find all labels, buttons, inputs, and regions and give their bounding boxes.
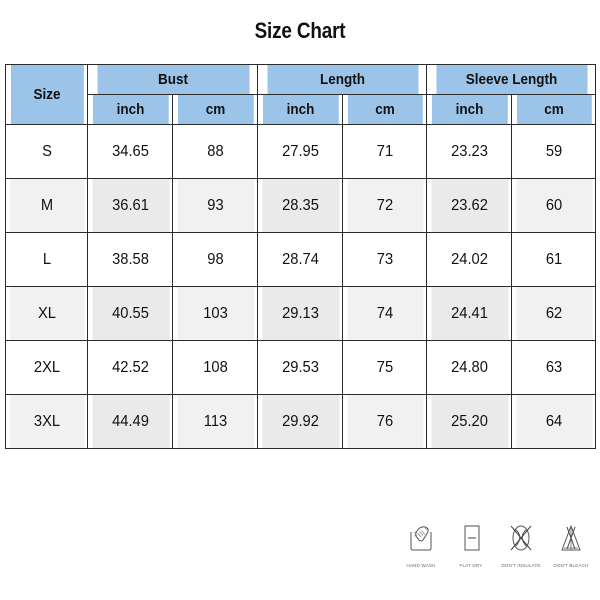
header-group-sleeve-length: Sleeve Length (434, 64, 588, 95)
table-header: Size Bust Length Sleeve Length inch cm i… (6, 64, 596, 125)
table-row: L 38.58 98 28.74 73 24.02 61 (6, 232, 596, 287)
hand-wash-icon (400, 518, 442, 558)
cell-bust-cm: 113 (175, 394, 255, 449)
care-item-hand-wash: HAND WASH (398, 518, 444, 568)
cell-sleeve-cm: 62 (514, 286, 593, 341)
care-label-dont-bleach: DON'T BLEACH (553, 563, 589, 568)
header-unit-length-inch: inch (261, 94, 339, 125)
cell-size: L (8, 232, 85, 287)
header-unit-sleeve-inch: inch (430, 94, 508, 125)
cell-bust-inch: 42.52 (90, 340, 170, 395)
cell-sleeve-cm: 61 (514, 232, 593, 287)
cell-length-inch: 28.35 (260, 178, 340, 233)
cell-length-inch: 29.13 (260, 286, 340, 341)
table-row: 2XL 42.52 108 29.53 75 24.80 63 (6, 340, 596, 395)
care-item-dont-insulate: DON'T INSULATE (498, 518, 544, 568)
care-item-flat-dry: FLAT DRY (448, 518, 494, 568)
care-label-hand-wash: HAND WASH (406, 563, 436, 568)
cell-size: M (8, 178, 85, 233)
cell-size: 3XL (8, 394, 85, 449)
cell-bust-inch: 36.61 (90, 178, 170, 233)
cell-sleeve-cm: 60 (514, 178, 593, 233)
cell-length-cm: 72 (345, 178, 424, 233)
cell-bust-inch: 38.58 (90, 232, 170, 287)
header-row-groups: Size Bust Length Sleeve Length (6, 64, 596, 125)
table-body: S 34.65 88 27.95 71 23.23 59 M 36.61 93 … (6, 124, 596, 449)
flat-dry-icon (450, 518, 492, 558)
cell-length-cm: 76 (345, 394, 424, 449)
page-title: Size Chart (254, 18, 346, 43)
size-chart-page: Size Chart Size Bust Length Sleeve Lengt… (0, 0, 600, 600)
cell-size: 2XL (8, 340, 85, 395)
cell-bust-cm: 93 (175, 178, 255, 233)
cell-bust-inch: 44.49 (90, 394, 170, 449)
cell-length-cm: 73 (345, 232, 424, 287)
header-row-units: inch cm inch cm inch cm (6, 94, 596, 125)
table-row: XL 40.55 103 29.13 74 24.41 62 (6, 286, 596, 341)
cell-sleeve-inch: 24.41 (429, 286, 509, 341)
cell-bust-cm: 103 (175, 286, 255, 341)
care-label-dont-insulate: DON'T INSULATE (501, 563, 541, 568)
cell-length-cm: 71 (345, 124, 424, 179)
table-row: 3XL 44.49 113 29.92 76 25.20 64 (6, 394, 596, 449)
care-instructions: HAND WASH FLAT DRY DON'T INSULATE DON'T … (398, 518, 594, 590)
dont-bleach-icon (550, 518, 592, 558)
header-group-length: Length (265, 64, 419, 95)
cell-length-cm: 74 (345, 286, 424, 341)
care-item-dont-bleach: DON'T BLEACH (548, 518, 594, 568)
cell-bust-cm: 98 (175, 232, 255, 287)
cell-length-inch: 29.53 (260, 340, 340, 395)
header-unit-bust-cm: cm (176, 94, 254, 125)
header-unit-bust-inch: inch (91, 94, 169, 125)
table-row: M 36.61 93 28.35 72 23.62 60 (6, 178, 596, 233)
cell-length-cm: 75 (345, 340, 424, 395)
cell-sleeve-cm: 64 (514, 394, 593, 449)
cell-bust-cm: 88 (175, 124, 255, 179)
cell-size: XL (8, 286, 85, 341)
cell-bust-inch: 40.55 (90, 286, 170, 341)
cell-bust-inch: 34.65 (90, 124, 170, 179)
cell-length-inch: 29.92 (260, 394, 340, 449)
cell-sleeve-cm: 63 (514, 340, 593, 395)
cell-length-inch: 27.95 (260, 124, 340, 179)
cell-sleeve-inch: 23.23 (429, 124, 509, 179)
cell-sleeve-inch: 25.20 (429, 394, 509, 449)
header-unit-sleeve-cm: cm (515, 94, 592, 125)
cell-size: S (8, 124, 85, 179)
header-unit-length-cm: cm (346, 94, 423, 125)
cell-sleeve-cm: 59 (514, 124, 593, 179)
cell-sleeve-inch: 24.80 (429, 340, 509, 395)
cell-length-inch: 28.74 (260, 232, 340, 287)
cell-sleeve-inch: 23.62 (429, 178, 509, 233)
care-label-flat-dry: FLAT DRY (459, 563, 483, 568)
size-chart-table: Size Bust Length Sleeve Length inch cm i… (5, 64, 597, 449)
cell-sleeve-inch: 24.02 (429, 232, 509, 287)
dont-insulate-icon (500, 518, 542, 558)
size-chart-table-wrapper: Size Bust Length Sleeve Length inch cm i… (5, 64, 597, 449)
header-group-bust: Bust (95, 64, 250, 95)
cell-bust-cm: 108 (175, 340, 255, 395)
table-row: S 34.65 88 27.95 71 23.23 59 (6, 124, 596, 179)
header-size: Size (9, 64, 84, 125)
